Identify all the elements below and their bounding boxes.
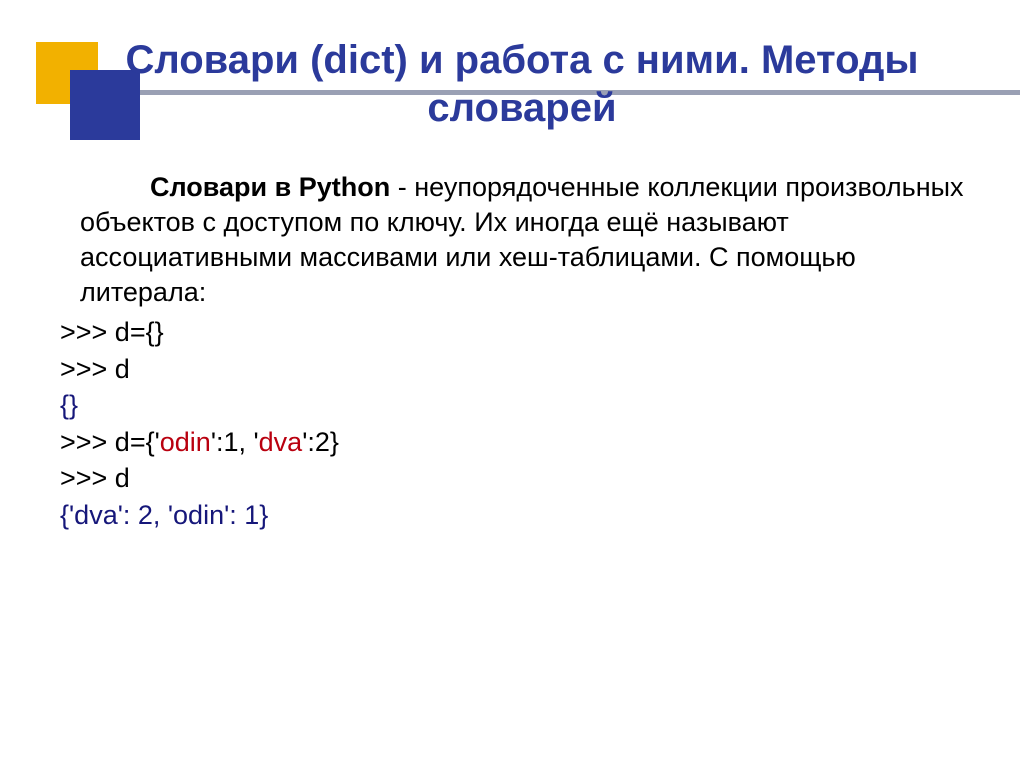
- code-line-1: >>> d={}: [60, 314, 964, 350]
- code-line-3: {}: [60, 387, 964, 423]
- code-line-5: >>> d: [60, 460, 964, 496]
- slide-title: Словари (dict) и работа с ними. Методы с…: [60, 36, 984, 132]
- code-line-6: {'dva': 2, 'odin': 1}: [60, 497, 964, 533]
- intro-paragraph: Словари в Python - неупорядоченные колле…: [80, 170, 964, 310]
- code-line-4: >>> d={'odin':1, 'dva':2}: [60, 424, 964, 460]
- intro-lead: Словари в Python: [150, 172, 390, 202]
- code-line-2: >>> d: [60, 351, 964, 387]
- slide-content: Словари в Python - неупорядоченные колле…: [60, 170, 964, 533]
